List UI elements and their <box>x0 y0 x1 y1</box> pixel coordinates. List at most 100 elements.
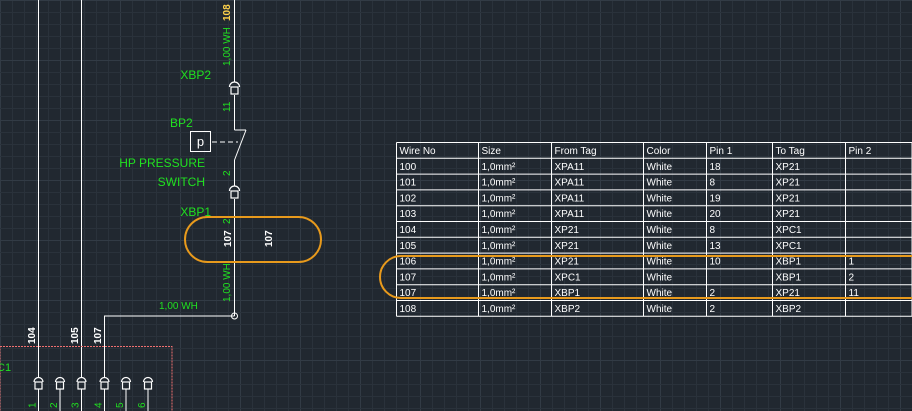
table-cell: 1,0mm² <box>482 162 517 173</box>
table-header-cell: Pin 1 <box>710 146 733 157</box>
table-header-cell: Pin 2 <box>849 146 872 157</box>
wire-spec-top: 1,00 WH <box>222 27 233 66</box>
table-cell: XPA11 <box>555 209 585 220</box>
table-cell: 20 <box>710 209 722 220</box>
table-cell: White <box>647 178 673 189</box>
terminal-pin-number: 4 <box>94 402 105 408</box>
wire-number-top: 108 <box>222 4 233 21</box>
switch-name-line2: SWITCH <box>158 175 205 189</box>
table-cell: XPC1 <box>555 272 582 283</box>
cad-drawing-canvas[interactable]: p 1,00 WH XBP2 11 BP2 HP PRESSURE SWITCH… <box>0 0 912 411</box>
table-header-cell: Size <box>482 146 502 157</box>
terminal-pin[interactable]: 5 <box>115 376 132 411</box>
wire-spec-bottom: 1,00 WH <box>222 263 233 302</box>
table-row[interactable]: 100 1,0mm² XPA11 White 18 XP21 <box>400 162 801 173</box>
table-cell: 2 <box>849 272 855 283</box>
table-cell: 103 <box>400 209 417 220</box>
table-cell: 104 <box>400 225 417 236</box>
table-cell: XBP2 <box>555 304 581 315</box>
pin-11-label: 11 <box>222 101 233 112</box>
terminal-pin-number: 3 <box>71 402 82 408</box>
table-cell: XPC1 <box>776 241 803 252</box>
terminal-pin[interactable]: 4 <box>94 376 110 411</box>
terminal-pin-number: 5 <box>115 402 126 408</box>
table-cell: XBP1 <box>776 257 802 268</box>
wire-spec-branch: 1,00 WH <box>159 301 198 312</box>
connector-xbp2[interactable] <box>228 81 241 95</box>
branch-wire[interactable] <box>104 315 235 346</box>
terminal-pin-number: 2 <box>49 402 60 408</box>
table-header-cell: Color <box>647 146 672 157</box>
table-cell: 8 <box>710 225 716 236</box>
terminal-wire-number-107: 107 <box>93 327 104 344</box>
table-cell: 10 <box>710 257 722 268</box>
table-cell: White <box>647 241 673 252</box>
table-cell: XPC1 <box>776 225 803 236</box>
table-cell: XP21 <box>776 193 801 204</box>
table-row[interactable]: 101 1,0mm² XPA11 White 8 XP21 <box>400 178 801 189</box>
table-cell: White <box>647 304 673 315</box>
table-cell: 1,0mm² <box>482 272 517 283</box>
bp2-label: BP2 <box>170 116 193 130</box>
terminal-strip-label: C1 <box>0 362 11 374</box>
table-cell: 1,0mm² <box>482 257 517 268</box>
table-cell: 18 <box>710 162 722 173</box>
table-cell: XP21 <box>555 257 580 268</box>
terminal-wire-number-105: 105 <box>70 327 81 344</box>
table-cell: XPA11 <box>555 178 585 189</box>
wire-number-107-b: 107 <box>264 230 275 247</box>
pressure-sensor-symbol: p <box>197 134 204 149</box>
table-cell: White <box>647 209 673 220</box>
switch-name-line1: HP PRESSURE <box>119 156 205 170</box>
terminal-strip[interactable] <box>0 346 173 411</box>
table-cell: XP21 <box>776 209 801 220</box>
table-cell: White <box>647 257 673 268</box>
table-header-cell: Wire No <box>400 146 437 157</box>
table-cell: White <box>647 162 673 173</box>
terminal-pins: 1 2 3 4 5 6 <box>28 376 154 411</box>
terminal-pin-number: 6 <box>137 402 148 408</box>
terminal-pin[interactable]: 2 <box>49 376 66 411</box>
table-cell: 1,0mm² <box>482 193 517 204</box>
table-cell: XP21 <box>555 241 580 252</box>
table-cell: XPA11 <box>555 162 585 173</box>
table-cell: 13 <box>710 241 722 252</box>
table-cell: 105 <box>400 241 417 252</box>
table-header-cell: To Tag <box>776 146 805 157</box>
table-row[interactable]: 106 1,0mm² XP21 White 10 XBP1 1 <box>400 257 855 268</box>
pin-2-lower-label: 2 <box>222 218 233 224</box>
table-cell: 1 <box>849 257 855 268</box>
table-cell: 8 <box>710 178 716 189</box>
table-row[interactable]: 102 1,0mm² XPA11 White 19 XP21 <box>400 193 801 204</box>
table-cell: 100 <box>400 162 417 173</box>
table-row[interactable]: 103 1,0mm² XPA11 White 20 XP21 <box>400 209 801 220</box>
table-cell: 1,0mm² <box>482 241 517 252</box>
table-cell: 19 <box>710 193 722 204</box>
table-cell: XP21 <box>555 225 580 236</box>
table-cell: 1,0mm² <box>482 225 517 236</box>
table-cell: White <box>647 272 673 283</box>
table-row[interactable]: 107 1,0mm² XPC1 White XBP1 2 <box>400 272 855 283</box>
table-cell: XP21 <box>776 162 801 173</box>
table-cell: 102 <box>400 193 417 204</box>
pin-2-upper-label: 2 <box>222 170 233 176</box>
table-cell: 1,0mm² <box>482 304 517 315</box>
table-cell: 108 <box>400 304 417 315</box>
table-cell: 1,0mm² <box>482 178 517 189</box>
table-cell: XPA11 <box>555 193 585 204</box>
table-header-cell: From Tag <box>555 146 597 157</box>
table-cell: White <box>647 193 673 204</box>
table-cell: 101 <box>400 178 417 189</box>
terminal-wire-number-104: 104 <box>27 327 38 344</box>
schematic <box>38 0 247 378</box>
table-cell: XP21 <box>776 178 801 189</box>
wire-number-107-a: 107 <box>223 230 234 247</box>
table-cell: XBP1 <box>776 272 802 283</box>
table-cell: 2 <box>710 304 716 315</box>
table-cell: White <box>647 225 673 236</box>
xbp2-label: XBP2 <box>180 68 211 82</box>
table-cell: XBP2 <box>776 304 802 315</box>
table-cell: 107 <box>400 272 417 283</box>
terminal-pin[interactable]: 1 <box>28 376 44 411</box>
terminal-pin-number: 1 <box>28 402 39 408</box>
